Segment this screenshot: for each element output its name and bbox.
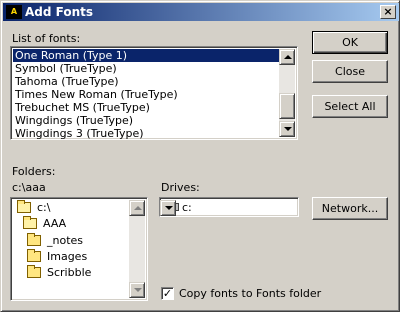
drives-dropdown[interactable]: c:: [159, 197, 299, 217]
font-list-item[interactable]: One Roman (Type 1): [13, 49, 279, 62]
scroll-up-button[interactable]: [279, 49, 295, 65]
folder-tree[interactable]: c:\ AAA _notes Images Scribble: [10, 197, 148, 301]
scroll-thumb[interactable]: [279, 93, 295, 119]
close-window-button[interactable]: ×: [380, 5, 396, 19]
down-arrow-icon: [284, 127, 292, 131]
drives-dropdown-button[interactable]: [160, 200, 176, 216]
folder-icon: [27, 233, 41, 246]
font-list-scrollbar[interactable]: [279, 49, 295, 137]
select-all-button[interactable]: Select All: [312, 95, 388, 118]
open-folder-icon: [23, 216, 37, 229]
app-icon: A: [6, 5, 22, 19]
network-button[interactable]: Network...: [312, 197, 388, 220]
up-arrow-icon: [284, 55, 292, 59]
copy-fonts-label: Copy fonts to Fonts folder: [179, 287, 322, 300]
window-title: Add Fonts: [25, 5, 94, 19]
font-list-item[interactable]: Symbol (TrueType): [13, 62, 279, 75]
font-list-item[interactable]: Tahoma (TrueType): [13, 75, 279, 88]
chevron-down-icon: [165, 206, 173, 210]
current-folder-path: c:\aaa: [12, 181, 46, 194]
folder-icon: [27, 265, 41, 278]
down-arrow-icon: [134, 288, 142, 292]
folder-label: c:\: [37, 201, 51, 214]
drives-label: Drives:: [161, 181, 200, 194]
folder-icon: [27, 249, 41, 262]
folders-label: Folders:: [12, 165, 56, 178]
close-button[interactable]: Close: [312, 60, 388, 83]
ok-button[interactable]: OK: [312, 31, 388, 54]
open-folder-icon: [17, 200, 31, 213]
scroll-up-button[interactable]: [129, 200, 145, 216]
scroll-down-button[interactable]: [129, 282, 145, 298]
font-listbox[interactable]: One Roman (Type 1) Symbol (TrueType) Tah…: [10, 46, 298, 140]
drives-selected-value: c:: [182, 201, 192, 214]
folder-label: Scribble: [47, 266, 92, 279]
folder-label: AAA: [43, 217, 67, 230]
folder-label: _notes: [47, 234, 84, 247]
font-list-item[interactable]: Trebuchet MS (TrueType): [13, 101, 279, 114]
folder-label: Images: [47, 250, 88, 263]
folder-scrollbar[interactable]: [129, 200, 145, 298]
scroll-down-button[interactable]: [279, 121, 295, 137]
font-list-item[interactable]: Times New Roman (TrueType): [13, 88, 279, 101]
up-arrow-icon: [134, 206, 142, 210]
font-list-item[interactable]: Wingdings 3 (TrueType): [13, 127, 279, 140]
list-of-fonts-label: List of fonts:: [12, 32, 81, 45]
copy-fonts-checkbox[interactable]: ✓: [161, 287, 174, 300]
title-bar[interactable]: A Add Fonts ×: [3, 3, 399, 21]
font-list-item[interactable]: Wingdings (TrueType): [13, 114, 279, 127]
